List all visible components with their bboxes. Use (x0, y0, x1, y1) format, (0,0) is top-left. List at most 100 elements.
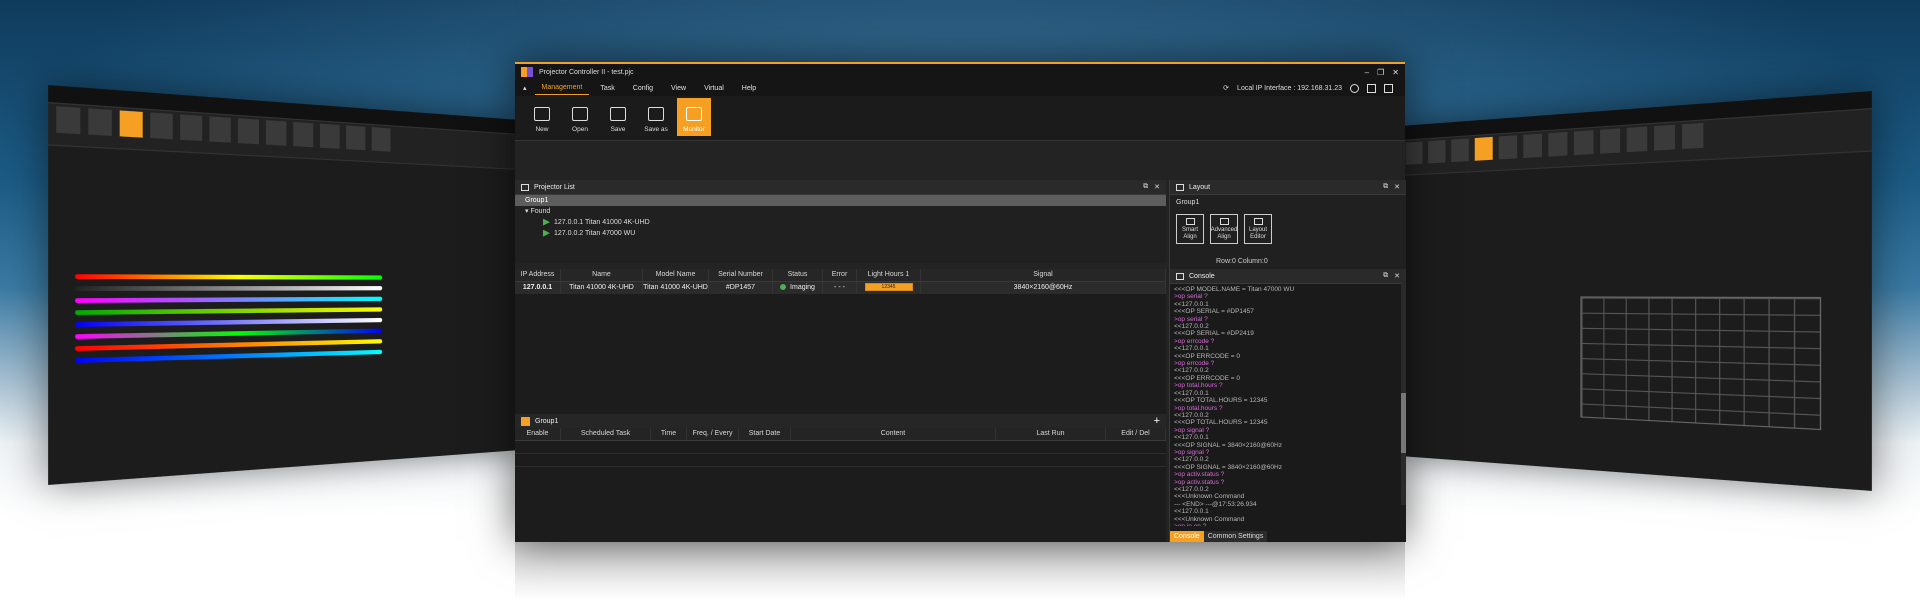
tree-projector-1[interactable]: 127.0.0.1 Titan 41000 4K-UHD (515, 217, 1166, 228)
task-panel: Group1 + Enable Scheduled Task Time Freq… (515, 414, 1166, 542)
console-line: <<127.0.0.1 (1174, 434, 1209, 442)
row-column-readout: Row:0 Column:0 (1216, 258, 1268, 265)
task-empty-row (515, 454, 1166, 467)
maximize-icon[interactable]: ❐ (1377, 68, 1384, 77)
save-icon (610, 107, 626, 121)
console-scrollbar[interactable] (1401, 283, 1406, 505)
light-hours-bar: 12345 (864, 283, 913, 292)
console-line: <<<OP SIGNAL = 3840×2160@60Hz (1174, 441, 1282, 449)
menu-task[interactable]: Task (593, 82, 621, 95)
col-model[interactable]: Model Name (643, 269, 709, 281)
popout-icon[interactable]: ⧉ (1383, 272, 1388, 280)
refresh-icon[interactable]: ⟳ (1223, 84, 1229, 92)
main-window: Projector Controller II - test.pjc – ❐ ✕… (515, 62, 1406, 542)
console-line: >op ip.on ? (1174, 523, 1402, 526)
col-signal[interactable]: Signal (921, 269, 1166, 281)
task-group-title: Group1 (535, 417, 559, 425)
col-time[interactable]: Time (651, 428, 687, 440)
text-size-icon[interactable] (1384, 83, 1393, 93)
layout-editor-button[interactable]: Layout Editor (1244, 214, 1272, 244)
console-header: Console ⧉ ✕ (1170, 269, 1406, 284)
smart-align-icon (1185, 217, 1195, 225)
console-output[interactable]: <<<OP MODEL.NAME = Titan 47000 WU >op ser… (1170, 284, 1406, 526)
console-line: <<<Unknown Command (1174, 515, 1245, 523)
layout-toggle-icon[interactable] (1367, 83, 1376, 93)
reflection (515, 540, 1405, 600)
smart-align-button[interactable]: Smart Align (1176, 214, 1204, 244)
console-tabs: Console Common Settings (1170, 531, 1268, 542)
menu-help[interactable]: Help (735, 82, 763, 95)
table-header: IP Address Name Model Name Serial Number… (515, 269, 1166, 282)
new-button[interactable]: New (525, 98, 559, 136)
warp-grid (1580, 296, 1822, 431)
col-content[interactable]: Content (791, 428, 996, 440)
table-row[interactable]: 127.0.0.1 Titan 41000 4K-UHD Titan 41000… (515, 282, 1166, 294)
tree-found[interactable]: ▾ Found (515, 206, 1166, 217)
tree-group[interactable]: Group1 (515, 195, 1166, 206)
save-as-button[interactable]: Save as (639, 98, 673, 136)
save-button[interactable]: Save (601, 98, 635, 136)
tree-projector-2[interactable]: 127.0.0.2 Titan 47000 WU (515, 228, 1166, 239)
console-line: >op errcode ? (1174, 360, 1215, 368)
col-ip[interactable]: IP Address (515, 269, 561, 281)
close-panel-icon[interactable]: ✕ (1394, 183, 1400, 191)
cell-status: Imaging (773, 282, 823, 294)
advanced-align-button[interactable]: Advanced Align (1210, 214, 1238, 244)
console-line: <<127.0.0.1 (1174, 345, 1209, 353)
list-icon (521, 183, 529, 191)
col-start-date[interactable]: Start Date (739, 428, 791, 440)
col-error[interactable]: Error (823, 269, 857, 281)
console-panel: Console ⧉ ✕ <<<OP MODEL.NAME = Titan 4700… (1169, 269, 1406, 542)
cell-name: Titan 41000 4K-UHD (561, 282, 643, 294)
cell-error: - - - (823, 282, 857, 294)
close-panel-icon[interactable]: ✕ (1154, 183, 1160, 191)
col-name[interactable]: Name (561, 269, 643, 281)
console-line: <<<OP MODEL.NAME = Titan 47000 WU (1174, 286, 1295, 293)
collapse-ribbon-icon[interactable]: ▴ (523, 84, 527, 92)
projector-list-header: Projector List ⧉ ✕ (515, 180, 1166, 195)
menu-management[interactable]: Management (534, 81, 590, 95)
globe-icon[interactable] (1350, 83, 1359, 93)
col-edit-del[interactable]: Edit / Del (1106, 428, 1166, 440)
task-columns: Enable Scheduled Task Time Freq. / Every… (515, 428, 1166, 441)
console-line: --- <END> ---@17:53:26.934 (1174, 500, 1257, 508)
popout-icon[interactable]: ⧉ (1383, 183, 1388, 191)
layout-header: Layout ⧉ ✕ (1170, 180, 1406, 195)
console-line: <<127.0.0.1 (1174, 508, 1209, 516)
tab-console[interactable]: Console (1170, 531, 1204, 542)
col-scheduled-task[interactable]: Scheduled Task (561, 428, 651, 440)
minimize-icon[interactable]: – (1365, 68, 1369, 77)
menu-bar: ▴ Management Task Config View Virtual He… (515, 80, 1405, 96)
projector-list-panel: Projector List ⧉ ✕ Group1 ▾ Found 127.0.0… (515, 180, 1166, 263)
add-task-icon[interactable]: + (1154, 415, 1160, 427)
gear-icon (1253, 217, 1263, 225)
console-title: Console (1189, 272, 1215, 280)
folder-open-icon (572, 107, 588, 121)
cell-light-hours: 12345 (857, 282, 921, 294)
close-panel-icon[interactable]: ✕ (1394, 272, 1400, 280)
console-icon (1176, 272, 1184, 280)
cell-signal: 3840×2160@60Hz (921, 282, 1166, 294)
cell-model: Titan 41000 4K-UHD (643, 282, 709, 294)
menu-config[interactable]: Config (626, 82, 660, 95)
col-last-run[interactable]: Last Run (996, 428, 1106, 440)
advanced-align-icon (1219, 217, 1229, 225)
open-button[interactable]: Open (563, 98, 597, 136)
col-light-hours[interactable]: Light Hours 1 (857, 269, 921, 281)
console-line: <<127.0.0.1 (1174, 300, 1209, 308)
menu-virtual[interactable]: Virtual (697, 82, 731, 95)
col-enable[interactable]: Enable (515, 428, 561, 440)
scroll-thumb[interactable] (1401, 393, 1406, 453)
menu-view[interactable]: View (664, 82, 693, 95)
close-icon[interactable]: ✕ (1392, 68, 1399, 77)
col-freq[interactable]: Freq. / Every (687, 428, 739, 440)
console-line: >op activ.status ? (1174, 478, 1225, 486)
col-serial[interactable]: Serial Number (709, 269, 773, 281)
console-line: <<127.0.0.2 (1174, 456, 1209, 464)
popout-icon[interactable]: ⧉ (1143, 183, 1148, 191)
tab-common-settings[interactable]: Common Settings (1203, 531, 1268, 542)
console-line: <<127.0.0.2 (1174, 367, 1209, 375)
console-line: >op total.hours ? (1174, 382, 1223, 390)
monitor-button[interactable]: Monitor (677, 98, 711, 136)
col-status[interactable]: Status (773, 269, 823, 281)
